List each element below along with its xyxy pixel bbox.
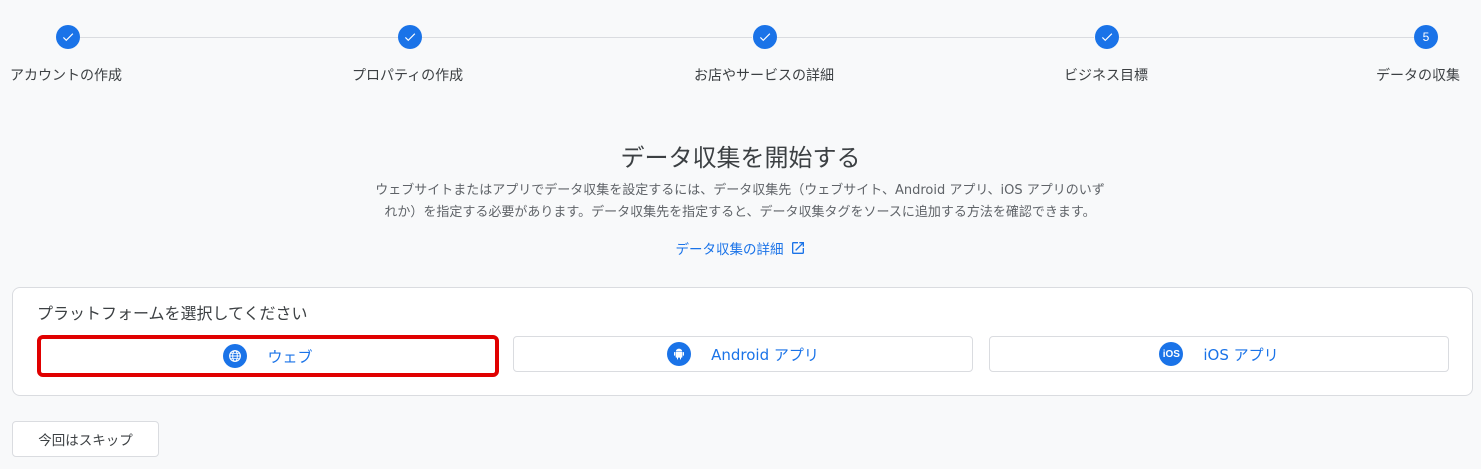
step-connector xyxy=(777,37,1094,38)
step-1-check-icon xyxy=(56,25,80,49)
progress-stepper: 5 アカウントの作成 プロパティの作成 お店やサービスの詳細 ビジネス目標 デー… xyxy=(0,0,1481,100)
step-3-check-icon xyxy=(753,25,777,49)
step-label-property: プロパティの作成 xyxy=(352,68,464,84)
skip-button[interactable]: 今回はスキップ xyxy=(12,421,159,457)
step-label-business-details: お店やサービスの詳細 xyxy=(694,68,834,84)
ios-platform-label: iOS アプリ xyxy=(1203,345,1279,364)
description-line-2: れか）を指定する必要があります。データ収集先を指定すると、データ収集タグをソース… xyxy=(384,205,1096,220)
description-line-1: ウェブサイトまたはアプリでデータ収集を設定するには、データ収集先（ウェブサイト、… xyxy=(375,183,1105,198)
web-platform-button[interactable]: ウェブ xyxy=(37,335,499,377)
step-connector xyxy=(1119,37,1414,38)
step-label-account: アカウントの作成 xyxy=(10,68,122,84)
web-platform-label: ウェブ xyxy=(267,347,313,366)
step-5-number: 5 xyxy=(1414,25,1438,49)
android-icon xyxy=(667,342,692,366)
step-2-check-icon xyxy=(398,25,422,49)
detail-link-label: データ収集の詳細 xyxy=(675,242,784,258)
page-description: ウェブサイトまたはアプリでデータ収集を設定するには、データ収集先（ウェブサイト、… xyxy=(330,180,1150,224)
step-connector xyxy=(422,37,752,38)
ios-icon: iOS xyxy=(1159,342,1184,366)
step-label-data-collection: データの収集 xyxy=(1376,68,1460,84)
step-label-business-goals: ビジネス目標 xyxy=(1064,68,1148,84)
data-collection-details-link[interactable]: データ収集の詳細 xyxy=(0,238,1481,258)
external-link-icon xyxy=(791,242,804,254)
android-platform-label: Android アプリ xyxy=(711,345,819,364)
step-4-check-icon xyxy=(1095,25,1119,49)
platform-selection-card: プラットフォームを選択してください ウェブ Android アプリ iOS iO… xyxy=(12,287,1473,396)
step-connector xyxy=(80,37,398,38)
page-title: データ収集を開始する xyxy=(620,144,861,172)
ios-platform-button[interactable]: iOS iOS アプリ xyxy=(989,336,1449,372)
platform-card-title: プラットフォームを選択してください xyxy=(37,304,308,323)
globe-icon xyxy=(223,344,248,368)
android-platform-button[interactable]: Android アプリ xyxy=(513,336,973,372)
